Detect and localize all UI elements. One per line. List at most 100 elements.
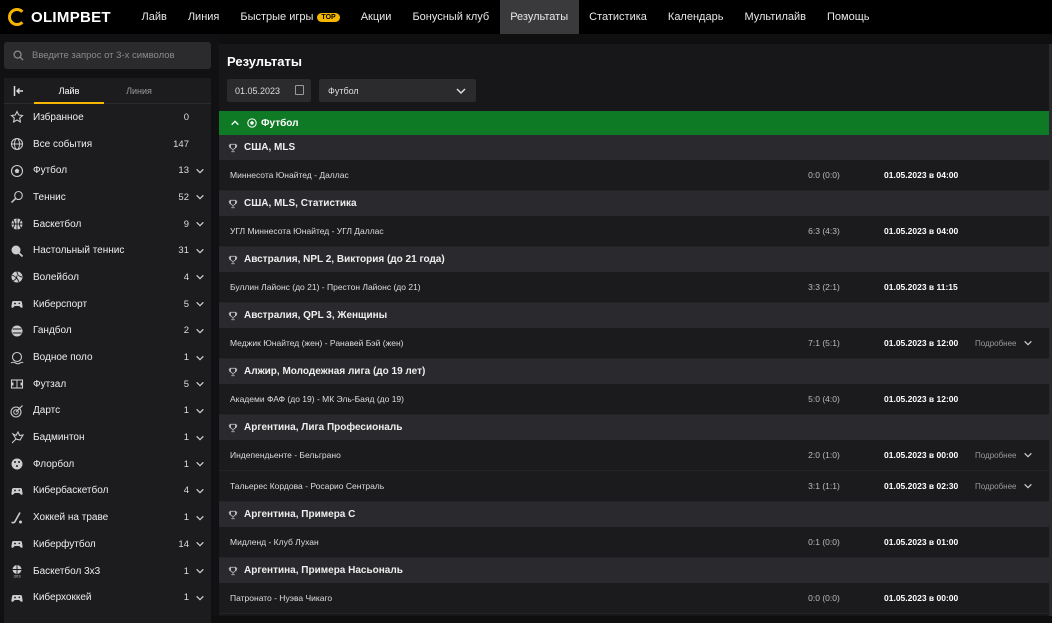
details-link[interactable]: Подробнее [975,481,1033,491]
expand-toggle[interactable] [189,299,211,309]
details-link[interactable]: Подробнее [975,338,1033,348]
expand-toggle[interactable] [189,486,211,496]
results-list: США, MLS Миннесота Юнайтед - Даллас 0:0 (0… [219,135,1049,614]
league-header[interactable]: Алжир, Молодежная лига (до 19 лет) [219,359,1049,384]
expand-toggle[interactable] [189,406,211,416]
expand-toggle[interactable] [189,166,211,176]
chevron-down-icon [196,382,204,387]
league-header[interactable]: США, MLS, Статистика [219,191,1049,216]
match-score: 5:0 (4:0) [808,394,840,404]
chevron-down-icon [196,488,204,494]
match-row[interactable]: Миннесота Юнайтед - Даллас 0:0 (0:0) 01.05… [219,160,1049,191]
tab-line[interactable]: Линия [104,78,174,104]
nav-item-0[interactable]: Лайв [131,0,177,34]
sidebar-item-label: Все события [33,138,93,150]
match-row[interactable]: Тальерес Кордова - Росарио Сентраль 3:1 (… [219,471,1049,502]
sidebar-item[interactable]: Гандбол 2 [4,318,211,345]
sidebar-item[interactable]: Дартс 1 [4,398,211,425]
expand-toggle[interactable] [189,219,211,229]
expand-toggle[interactable] [189,433,211,443]
top-navigation-bar: OLIMPBET Лайв Линия Быстрые игры TOP Акции Бо… [0,0,1052,34]
details-label: Подробнее [975,450,1017,460]
nav-item-8[interactable]: Мультилайв [734,0,817,34]
search-box[interactable] [4,42,211,69]
sidebar-item[interactable]: Бадминтон 1 [4,424,211,451]
sport-select[interactable]: Футбол [319,79,476,102]
expand-toggle[interactable] [189,566,211,576]
sidebar-item[interactable]: Киберфутбол 14 [4,531,211,558]
nav-item-4[interactable]: Бонусный клуб [402,0,500,34]
match-row[interactable]: Академи ФАФ (до 19) - МК Эль-Баяд (до 19… [219,384,1049,415]
sidebar-item[interactable]: Футзал 5 [4,371,211,398]
match-datetime: 01.05.2023 в 00:00 [884,593,959,603]
sidebar-item[interactable]: Футбол 13 [4,157,211,184]
match-row[interactable]: Мидленд - Клуб Лухан 0:1 (0:0) 01.05.2023 … [219,527,1049,558]
details-label: Подробнее [975,338,1017,348]
nav-item-9[interactable]: Помощь [816,0,880,34]
collapse-sidebar-icon[interactable] [4,85,34,97]
sidebar-item[interactable]: Киберхоккей 1 [4,584,211,611]
nav-item-7[interactable]: Календарь [657,0,734,34]
expand-toggle[interactable] [189,513,211,523]
sidebar-item[interactable]: Баскетбол 9 [4,211,211,238]
match-score: 3:3 (2:1) [808,282,840,292]
match-row[interactable]: Патронато - Нуэва Чикаго 0:0 (0:0) 01.05.2… [219,583,1049,614]
nav-item-6[interactable]: Статистика [579,0,658,34]
sidebar-item[interactable]: Хоккей на траве 1 [4,504,211,531]
expand-toggle[interactable] [189,272,211,282]
sidebar-item-label: Футбол [33,165,68,177]
match-teams: Миннесота Юнайтед - Даллас [230,170,349,180]
league-header[interactable]: США, MLS [219,135,1049,160]
expand-toggle[interactable] [189,353,211,363]
nav-item-5[interactable]: Результаты [499,0,579,34]
sidebar-item[interactable]: Теннис 52 [4,184,211,211]
details-link[interactable]: Подробнее [975,450,1033,460]
nav-item-2[interactable]: Быстрые игры TOP [230,0,350,34]
expand-toggle[interactable] [189,459,211,469]
sidebar-item[interactable]: Настольный теннис 31 [4,237,211,264]
match-row[interactable]: Меджик Юнайтед (жен) - Ранавей Бэй (жен)… [219,328,1049,359]
sidebar-item[interactable]: Киберспорт 5 [4,291,211,318]
expand-toggle[interactable] [189,326,211,336]
sidebar-item-label: Водное поло [33,352,93,364]
sidebar-item[interactable]: Флорбол 1 [4,451,211,478]
match-row[interactable]: УГЛ Миннесота Юнайтед - УГЛ Даллас 6:3 (4… [219,216,1049,247]
gamepad-icon [10,484,24,498]
nav-item-3[interactable]: Акции [350,0,402,34]
match-row[interactable]: Буллин Лайонс (до 21) - Престон Лайонс (… [219,272,1049,303]
league-header[interactable]: Австралия, QPL 3, Женщины [219,303,1049,328]
sidebar-item-count: 2 [183,325,189,337]
expand-toggle[interactable] [189,539,211,549]
nav-item-1[interactable]: Линия [177,0,230,34]
calendar-icon[interactable] [295,85,304,95]
date-picker[interactable]: 01.05.2023 [227,79,311,102]
league-header[interactable]: Австралия, NPL 2, Виктория (до 21 года) [219,247,1049,272]
main-nav: Лайв Линия Быстрые игры TOP Акции Бонусный кл… [131,0,880,34]
expand-toggle[interactable] [189,192,211,202]
sidebar-item[interactable]: Водное поло 1 [4,344,211,371]
match-row[interactable]: Индепендьенте - Бельграно 2:0 (1:0) 01.05.… [219,440,1049,471]
sidebar-item-count: 1 [183,512,189,524]
tab-live[interactable]: Лайв [34,78,104,104]
sidebar-item-label: Киберфутбол [33,538,96,550]
expand-toggle[interactable] [189,246,211,256]
expand-toggle[interactable] [189,593,211,603]
sidebar-item[interactable]: Все события 147 [4,131,211,158]
logo-icon [8,8,26,26]
sidebar-item[interactable]: Кибербаскетбол 4 [4,478,211,505]
league-header[interactable]: Аргентина, Примера С [219,502,1049,527]
search-input[interactable] [32,50,202,61]
sidebar-item[interactable]: 3X3 Баскетбол 3х3 1 [4,558,211,585]
chevron-down-icon [196,355,204,361]
league-header[interactable]: Аргентина, Примера Насьональ [219,558,1049,583]
sport-group-header[interactable]: Футбол [219,111,1049,135]
sidebar-item[interactable]: Волейбол 4 [4,264,211,291]
chevron-down-icon [196,195,204,200]
expand-toggle[interactable] [189,379,211,389]
sidebar-item-count: 5 [183,378,189,390]
sidebar-item[interactable]: Избранное 0 [4,104,211,131]
league-header[interactable]: Аргентина, Лига Професиональ [219,415,1049,440]
nav-item-label: Акции [360,11,392,23]
trophy-icon [228,143,238,152]
logo[interactable]: OLIMPBET [0,8,131,26]
